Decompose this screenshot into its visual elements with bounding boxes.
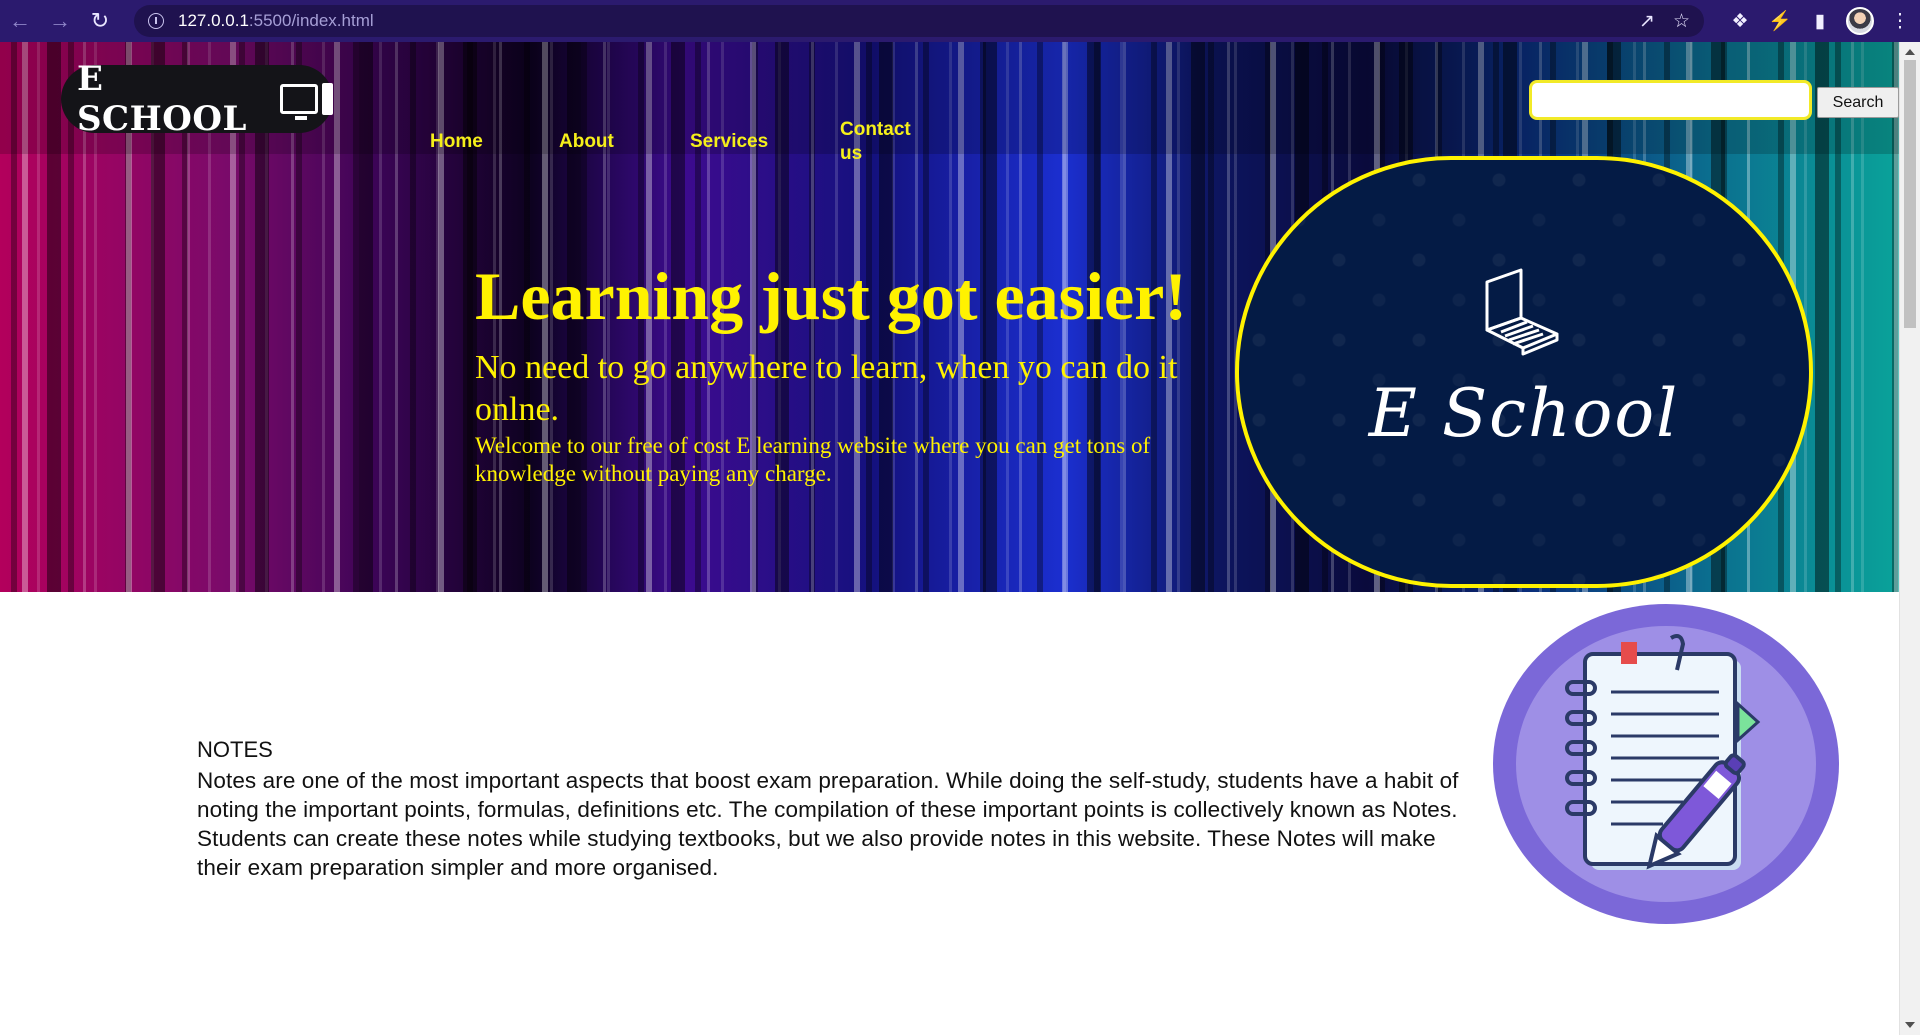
scroll-down-arrow-icon[interactable] <box>1905 1022 1915 1028</box>
notes-heading: NOTES <box>197 737 273 762</box>
site-logo[interactable]: E SCHOOL <box>61 59 333 139</box>
star-icon[interactable]: ☆ <box>1673 10 1690 33</box>
scroll-thumb[interactable] <box>1904 60 1916 328</box>
forward-button[interactable]: → <box>40 0 80 42</box>
avatar <box>1846 7 1874 35</box>
info-icon[interactable] <box>148 13 164 29</box>
profile-avatar[interactable] <box>1840 0 1880 42</box>
url-host: 127.0.0.1 <box>178 11 249 30</box>
nav-home[interactable]: Home <box>430 130 483 154</box>
browser-toolbar: ← → ↻ 127.0.0.1:5500/index.html ↗ ☆ ❖ ⚡ … <box>0 0 1920 42</box>
notes-body: Notes are one of the most important aspe… <box>197 768 1459 880</box>
address-bar[interactable]: 127.0.0.1:5500/index.html ↗ ☆ <box>134 5 1704 37</box>
logo-text: E SCHOOL <box>77 59 247 139</box>
nav-about[interactable]: About <box>559 130 614 154</box>
back-button[interactable]: ← <box>0 0 40 42</box>
hero-subtitle: No need to go anywhere to learn, when yo… <box>475 349 1178 428</box>
hero-description: Welcome to our free of cost E learning w… <box>475 433 1151 486</box>
url-path: :5500/index.html <box>248 11 374 30</box>
monitor-icon <box>279 84 318 120</box>
brand-oval: E School <box>1235 156 1813 588</box>
arrow-left-icon: ← <box>9 8 31 33</box>
nav-services[interactable]: Services <box>690 130 768 154</box>
hero-title: Learning just got easier! <box>475 258 1188 334</box>
notebook-illustration <box>1493 604 1839 924</box>
sidebar-icon[interactable]: ▮ <box>1800 0 1840 42</box>
kebab-menu-icon[interactable]: ⋮ <box>1880 0 1920 42</box>
nav-contact[interactable]: Contact us <box>840 118 920 166</box>
notes-section: NOTES Notes are one of the most importan… <box>0 592 1899 1035</box>
puzzle-icon[interactable]: ❖ <box>1720 0 1760 42</box>
hero-section: E SCHOOL Home About Services Contact us … <box>0 42 1899 592</box>
phone-icon <box>321 83 333 115</box>
arrow-right-icon: → <box>49 8 71 33</box>
brand-name: E School <box>1368 375 1680 452</box>
reload-button[interactable]: ↻ <box>80 0 120 42</box>
page-viewport: E SCHOOL Home About Services Contact us … <box>0 42 1920 1035</box>
reload-icon: ↻ <box>90 8 110 33</box>
search-input[interactable] <box>1529 80 1812 120</box>
performance-icon[interactable]: ⚡ <box>1760 0 1800 42</box>
page-scrollbar[interactable] <box>1899 42 1920 1035</box>
share-icon[interactable]: ↗ <box>1639 10 1655 33</box>
laptop-icon <box>1485 268 1559 356</box>
oval-pattern <box>1239 160 1809 584</box>
search-button[interactable]: Search <box>1817 87 1899 118</box>
scroll-up-arrow-icon[interactable] <box>1905 49 1915 55</box>
